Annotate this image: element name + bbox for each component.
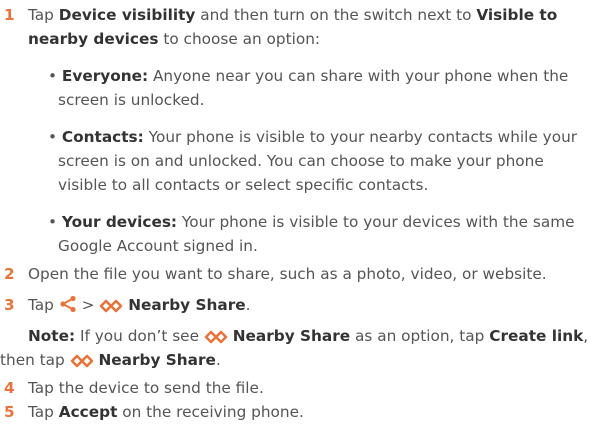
step-1-text: Tap Device visibility and then turn on t… (28, 6, 558, 24)
option-contacts: • Contacts: Your phone is visible to you… (48, 128, 578, 146)
option-everyone-line2: screen is unlocked. (58, 91, 205, 109)
step-3-note-line2: then tap Nearby Share. (0, 348, 610, 375)
step-3-text: Tap > Nearby Share. (28, 293, 610, 320)
option-contacts-line2: screen is on and unlocked. You can choos… (58, 152, 544, 170)
option-contacts-line3: visible to all contacts or select specif… (58, 176, 429, 194)
option-your-devices: • Your devices: Your phone is visible to… (48, 213, 575, 231)
nearby-share-icon (99, 296, 123, 320)
step-5-text: Tap Accept on the receiving phone. (28, 403, 304, 421)
step-2-number: 2 (4, 265, 15, 283)
option-your-devices-line2: Google Account signed in. (58, 237, 258, 255)
step-4-number: 4 (4, 379, 15, 397)
step-1-text-line2: nearby devices to choose an option: (28, 30, 321, 48)
nearby-share-icon (70, 351, 94, 375)
step-3-number: 3 (4, 296, 15, 314)
step-4-text: Tap the device to send the file. (28, 379, 264, 397)
option-everyone: • Everyone: Anyone near you can share wi… (48, 67, 569, 85)
step-5-number: 5 (4, 403, 15, 421)
step-1-number: 1 (4, 6, 15, 24)
step-3-note-line1: Note: If you don’t see Nearby Share as a… (28, 324, 610, 351)
share-icon (59, 295, 77, 320)
step-2-text: Open the file you want to share, such as… (28, 265, 547, 283)
